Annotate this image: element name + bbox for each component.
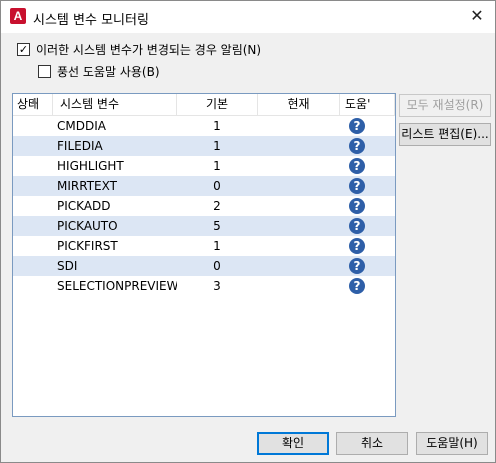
variable-name: SELECTIONPREVIEW [57, 279, 179, 293]
notify-checkbox[interactable]: ✓ [17, 43, 30, 56]
default-value: 0 [213, 259, 221, 273]
current-value [258, 216, 340, 236]
default-value: 5 [213, 219, 221, 233]
current-value [258, 136, 340, 156]
variable-name: MIRRTEXT [57, 179, 117, 193]
variable-name: PICKFIRST [57, 239, 118, 253]
variable-name: HIGHLIGHT [57, 159, 124, 173]
variable-name: PICKAUTO [57, 219, 118, 233]
reset-all-button[interactable]: 모두 재설정(R) [399, 94, 491, 117]
default-value: 1 [213, 139, 221, 153]
title-bar: A 시스템 변수 모니터링 ✕ [1, 1, 495, 33]
balloon-label: 풍선 도움말 사용(B) [57, 65, 160, 79]
variable-name: FILEDIA [57, 139, 103, 153]
current-value [258, 256, 340, 276]
table-row[interactable]: SDI 0? [13, 256, 395, 276]
balloon-checkbox[interactable] [38, 65, 51, 78]
current-value [258, 276, 340, 296]
default-value: 2 [177, 196, 257, 216]
autocad-app-icon: A [10, 8, 26, 24]
current-value [258, 116, 340, 136]
help-question-icon[interactable]: ? [349, 258, 365, 274]
column-header-current[interactable]: 현재 [258, 94, 340, 115]
grid-header: ▲ 상태 시스템 변수 기본 현재 도움' [13, 94, 395, 116]
default-value: 1 [177, 156, 257, 176]
table-row[interactable]: PICKAUTO 5? [13, 216, 395, 236]
help-question-icon[interactable]: ? [349, 218, 365, 234]
column-header-default[interactable]: 기본 [177, 94, 258, 115]
variable-name: PICKADD [57, 199, 111, 213]
ok-button[interactable]: 확인 [257, 432, 329, 455]
table-row[interactable]: FILEDIA 1? [13, 136, 395, 156]
help-question-icon[interactable]: ? [349, 178, 365, 194]
default-value: 1 [177, 116, 257, 136]
notify-option[interactable]: ✓ 이러한 시스템 변수가 변경되는 경우 알림(N) [17, 41, 261, 58]
current-value [258, 196, 340, 216]
table-row[interactable]: CMDDIA 1? [13, 116, 395, 136]
variable-name: CMDDIA [57, 119, 106, 133]
table-row[interactable]: PICKADD 2? [13, 196, 395, 216]
table-row[interactable]: MIRRTEXT 0? [13, 176, 395, 196]
help-question-icon[interactable]: ? [349, 198, 365, 214]
help-question-icon[interactable]: ? [349, 118, 365, 134]
column-header-name[interactable]: 시스템 변수 [53, 94, 177, 115]
table-row[interactable]: HIGHLIGHT 1? [13, 156, 395, 176]
column-header-status[interactable]: ▲ 상태 [13, 94, 53, 115]
default-value: 3 [177, 276, 257, 296]
current-value [258, 156, 340, 176]
help-question-icon[interactable]: ? [349, 138, 365, 154]
sort-arrow-icon: ▲ [31, 96, 38, 105]
column-header-help[interactable]: 도움' [340, 94, 395, 115]
help-question-icon[interactable]: ? [349, 278, 365, 294]
notify-label: 이러한 시스템 변수가 변경되는 경우 알림(N) [36, 43, 262, 57]
edit-list-button[interactable]: 리스트 편집(E)... [399, 123, 491, 146]
balloon-option[interactable]: 풍선 도움말 사용(B) [38, 63, 160, 80]
table-row[interactable]: PICKFIRST 1? [13, 236, 395, 256]
variable-name: SDI [57, 259, 78, 273]
default-value: 0 [213, 179, 221, 193]
help-button[interactable]: 도움말(H) [416, 432, 488, 455]
help-question-icon[interactable]: ? [349, 238, 365, 254]
default-value: 1 [177, 236, 257, 256]
current-value [258, 176, 340, 196]
current-value [258, 236, 340, 256]
dialog-window: A 시스템 변수 모니터링 ✕ ✓ 이러한 시스템 변수가 변경되는 경우 알림… [0, 0, 496, 463]
help-question-icon[interactable]: ? [349, 158, 365, 174]
grid-body: CMDDIA 1? FILEDIA 1? HIGHLIGHT 1? MIRRTEXT 0? PI… [13, 116, 395, 296]
table-row[interactable]: SELECTIONPREVIEW 3? [13, 276, 395, 296]
variable-grid: ▲ 상태 시스템 변수 기본 현재 도움' CMDDIA 1? FILEDIA 1? H… [12, 93, 396, 417]
close-button[interactable]: ✕ [459, 1, 495, 33]
cancel-button[interactable]: 취소 [336, 432, 408, 455]
window-title: 시스템 변수 모니터링 [33, 13, 149, 28]
